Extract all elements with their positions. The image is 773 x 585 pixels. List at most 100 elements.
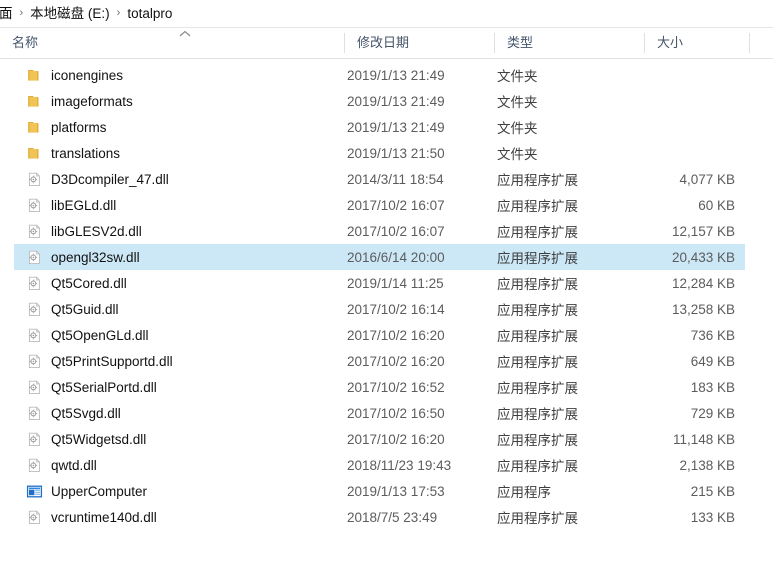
- file-row[interactable]: Qt5Svgd.dll 2017/10/2 16:50 应用程序扩展 729 KB: [14, 400, 745, 426]
- file-name-cell[interactable]: Qt5Cored.dll: [22, 275, 345, 292]
- file-row[interactable]: qwtd.dll 2018/11/23 19:43 应用程序扩展 2,138 KB: [14, 452, 745, 478]
- file-size-cell: 13,258 KB: [671, 301, 735, 317]
- file-type-cell: 应用程序扩展: [497, 303, 578, 318]
- file-row[interactable]: D3Dcompiler_47.dll 2014/3/11 18:54 应用程序扩展 4…: [14, 166, 745, 192]
- file-row[interactable]: translations 2019/1/13 21:50 文件夹: [14, 140, 745, 166]
- file-row[interactable]: Qt5PrintSupportd.dll 2017/10/2 16:20 应用程序扩…: [14, 348, 745, 374]
- file-size-cell: 133 KB: [690, 509, 735, 525]
- file-date-cell: 2016/6/14 20:00: [347, 249, 445, 265]
- file-type-cell: 应用程序扩展: [497, 251, 578, 266]
- file-row[interactable]: Qt5Widgetsd.dll 2017/10/2 16:20 应用程序扩展 11,1…: [14, 426, 745, 452]
- file-row[interactable]: Qt5Guid.dll 2017/10/2 16:14 应用程序扩展 13,258 K…: [14, 296, 745, 322]
- file-name-label: vcruntime140d.dll: [51, 509, 157, 525]
- file-row[interactable]: iconengines 2019/1/13 21:49 文件夹: [14, 62, 745, 88]
- file-name-label: Qt5PrintSupportd.dll: [51, 353, 173, 369]
- file-name-cell[interactable]: Qt5Widgetsd.dll: [22, 431, 345, 448]
- file-type-cell: 应用程序: [497, 485, 551, 500]
- file-date-cell: 2019/1/13 21:49: [347, 119, 445, 135]
- file-type-cell: 文件夹: [497, 147, 538, 162]
- file-name-cell[interactable]: platforms: [22, 119, 345, 136]
- file-date-cell: 2018/11/23 19:43: [347, 457, 452, 473]
- file-name-label: Qt5SerialPortd.dll: [51, 379, 157, 395]
- file-date-cell: 2017/10/2 16:50: [347, 405, 445, 421]
- file-date-cell: 2019/1/13 21:50: [347, 145, 445, 161]
- file-size-cell: 736 KB: [690, 327, 735, 343]
- file-row[interactable]: libEGLd.dll 2017/10/2 16:07 应用程序扩展 60 KB: [14, 192, 745, 218]
- file-type-cell: 应用程序扩展: [497, 225, 578, 240]
- file-name-cell[interactable]: translations: [22, 145, 345, 162]
- file-name-label: translations: [51, 145, 121, 161]
- file-name-cell[interactable]: Qt5Guid.dll: [22, 301, 345, 318]
- file-row[interactable]: Qt5OpenGLd.dll 2017/10/2 16:20 应用程序扩展 736 K…: [14, 322, 745, 348]
- file-type-cell: 应用程序扩展: [497, 173, 578, 188]
- breadcrumb-item-2[interactable]: 本地磁盘 (E:): [29, 0, 111, 27]
- file-name-label: D3Dcompiler_47.dll: [51, 171, 169, 187]
- file-name-cell[interactable]: opengl32sw.dll: [22, 249, 345, 266]
- dll-file-icon: [26, 197, 43, 214]
- column-header-date-modified[interactable]: 修改日期: [345, 28, 495, 58]
- file-row[interactable]: UpperComputer 2019/1/13 17:53 应用程序 215 KB: [14, 478, 745, 504]
- file-date-cell: 2019/1/14 11:25: [347, 275, 444, 291]
- file-date-cell: 2019/1/13 17:53: [347, 483, 445, 499]
- dll-file-icon: [26, 301, 43, 318]
- folder-icon: [26, 93, 43, 110]
- file-name-label: Qt5OpenGLd.dll: [51, 327, 149, 343]
- file-row[interactable]: Qt5SerialPortd.dll 2017/10/2 16:52 应用程序扩展 1…: [14, 374, 745, 400]
- file-row[interactable]: opengl32sw.dll 2016/6/14 20:00 应用程序扩展 20,43…: [14, 244, 745, 270]
- file-name-label: opengl32sw.dll: [51, 249, 140, 265]
- file-type-cell: 应用程序扩展: [497, 329, 578, 344]
- dll-file-icon: [26, 327, 43, 344]
- file-name-cell[interactable]: Qt5SerialPortd.dll: [22, 379, 345, 396]
- file-row[interactable]: vcruntime140d.dll 2018/7/5 23:49 应用程序扩展 133…: [14, 504, 745, 530]
- file-row[interactable]: imageformats 2019/1/13 21:49 文件夹: [14, 88, 745, 114]
- file-name-label: libGLESV2d.dll: [51, 223, 142, 239]
- file-name-cell[interactable]: Qt5PrintSupportd.dll: [22, 353, 345, 370]
- file-name-cell[interactable]: UpperComputer: [22, 483, 345, 500]
- file-name-cell[interactable]: Qt5Svgd.dll: [22, 405, 345, 422]
- file-list[interactable]: iconengines 2019/1/13 21:49 文件夹 imageformat…: [0, 59, 773, 530]
- file-name-cell[interactable]: libEGLd.dll: [22, 197, 345, 214]
- file-type-cell: 应用程序扩展: [497, 199, 578, 214]
- breadcrumb-item-3[interactable]: totalpro: [126, 0, 173, 27]
- breadcrumb-item-1[interactable]: 面: [0, 0, 14, 27]
- file-size-cell: 11,148 KB: [672, 431, 735, 447]
- file-name-cell[interactable]: iconengines: [22, 67, 345, 84]
- file-name-cell[interactable]: Qt5OpenGLd.dll: [22, 327, 345, 344]
- file-type-cell: 文件夹: [497, 95, 538, 110]
- column-header-row: 名称 修改日期 类型 大小: [0, 28, 773, 59]
- column-header-name[interactable]: 名称: [0, 28, 345, 58]
- breadcrumb[interactable]: 面 › 本地磁盘 (E:) › totalpro: [0, 0, 773, 27]
- breadcrumb-separator: ›: [116, 7, 121, 19]
- file-date-cell: 2017/10/2 16:20: [347, 353, 445, 369]
- column-header-name-label: 名称: [12, 35, 39, 50]
- file-name-cell[interactable]: imageformats: [22, 93, 345, 110]
- file-row[interactable]: libGLESV2d.dll 2017/10/2 16:07 应用程序扩展 12,15…: [14, 218, 745, 244]
- file-date-cell: 2019/1/13 21:49: [347, 67, 445, 83]
- breadcrumb-separator: ›: [19, 7, 24, 19]
- file-name-label: platforms: [51, 119, 107, 135]
- file-size-cell: 20,433 KB: [671, 249, 735, 265]
- column-header-type[interactable]: 类型: [495, 28, 645, 58]
- column-divider-size[interactable]: [749, 33, 750, 53]
- file-name-cell[interactable]: D3Dcompiler_47.dll: [22, 171, 345, 188]
- file-name-label: Qt5Cored.dll: [51, 275, 127, 291]
- file-row[interactable]: platforms 2019/1/13 21:49 文件夹: [14, 114, 745, 140]
- dll-file-icon: [26, 353, 43, 370]
- file-name-cell[interactable]: vcruntime140d.dll: [22, 509, 345, 526]
- column-header-date-modified-label: 修改日期: [357, 35, 410, 50]
- dll-file-icon: [26, 405, 43, 422]
- file-type-cell: 应用程序扩展: [497, 277, 578, 292]
- folder-icon: [26, 119, 43, 136]
- column-header-size[interactable]: 大小: [645, 28, 750, 58]
- file-name-cell[interactable]: qwtd.dll: [22, 457, 345, 474]
- dll-file-icon: [26, 249, 43, 266]
- file-name-label: Qt5Guid.dll: [51, 301, 119, 317]
- file-type-cell: 应用程序扩展: [497, 407, 578, 422]
- file-date-cell: 2017/10/2 16:52: [347, 379, 445, 395]
- file-date-cell: 2017/10/2 16:20: [347, 327, 445, 343]
- file-date-cell: 2017/10/2 16:14: [347, 301, 445, 317]
- file-row[interactable]: Qt5Cored.dll 2019/1/14 11:25 应用程序扩展 12,284 …: [14, 270, 745, 296]
- file-name-label: libEGLd.dll: [51, 197, 117, 213]
- column-header-size-label: 大小: [657, 35, 684, 50]
- file-name-cell[interactable]: libGLESV2d.dll: [22, 223, 345, 240]
